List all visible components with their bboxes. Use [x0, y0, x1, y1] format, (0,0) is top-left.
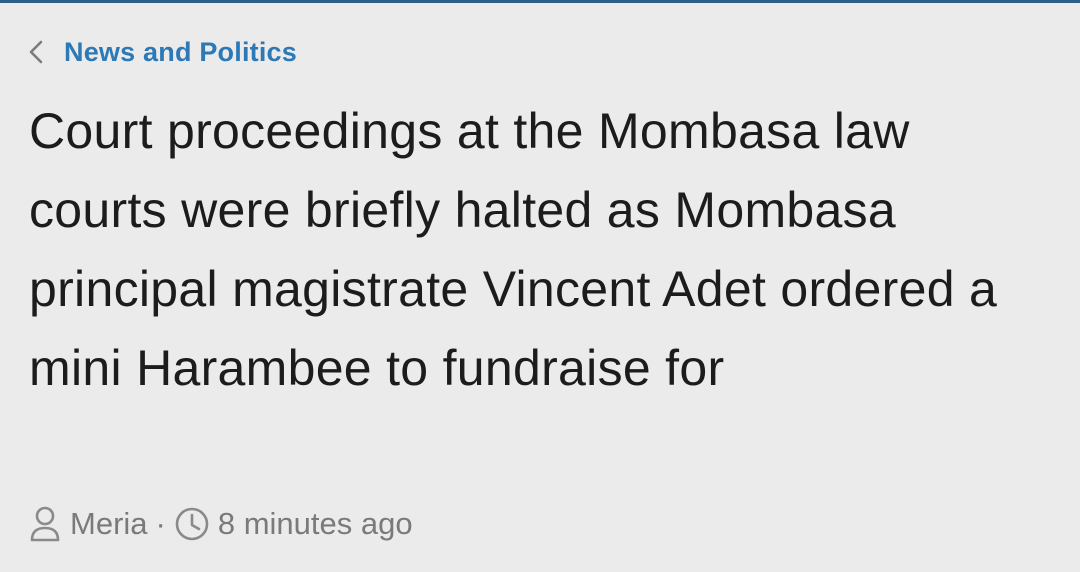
meta-separator: ·	[155, 506, 166, 541]
article-meta: Meria · 8 minutes ago	[28, 502, 413, 546]
breadcrumb[interactable]: News and Politics	[24, 30, 297, 74]
chevron-left-icon[interactable]	[24, 40, 48, 64]
top-divider	[0, 0, 1080, 3]
article-headline: Court proceedings at the Mombasa law cou…	[29, 103, 998, 396]
clock-icon	[174, 506, 210, 542]
person-icon	[28, 505, 62, 543]
published-time: 8 minutes ago	[217, 506, 413, 541]
author-name: Meria	[70, 506, 148, 541]
category-link[interactable]: News and Politics	[64, 37, 297, 68]
